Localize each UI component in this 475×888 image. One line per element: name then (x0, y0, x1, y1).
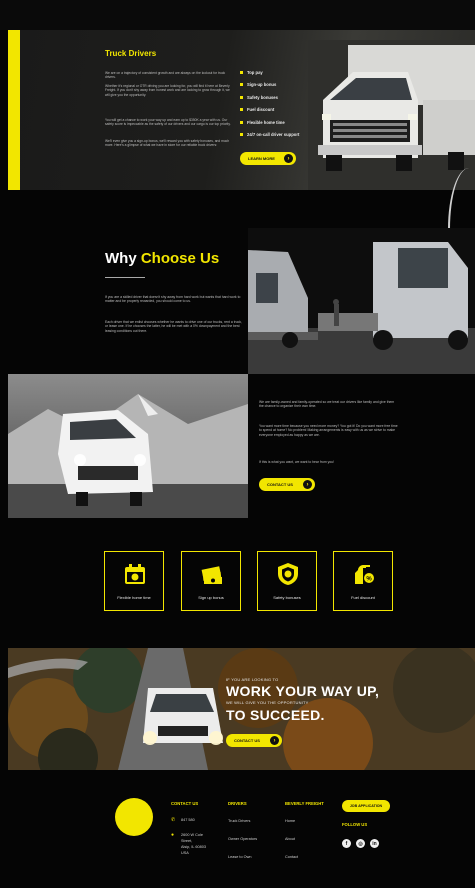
banner-line-1: IF YOU ARE LOOKING TO (226, 677, 279, 682)
footer-address-line: Alsip, IL 60803 (181, 845, 206, 849)
arrow-right-icon: › (303, 480, 312, 489)
footer (8, 770, 475, 888)
why-paragraph: If you are a skilled driver that doesn't… (105, 295, 241, 304)
calendar-icon (125, 564, 145, 584)
footer-link-about[interactable]: About (285, 837, 295, 841)
feature-card-fuel-discount: % Fuel discount (333, 551, 393, 611)
benefit-item: Fuel discount (240, 107, 299, 119)
svg-text:%: % (366, 577, 372, 583)
footer-link-owner-operators[interactable]: Owner Operators (228, 837, 257, 841)
footer-drivers-heading: DRIVERS (228, 801, 247, 806)
hero-title: Truck Drivers (105, 49, 157, 58)
cash-icon (201, 566, 222, 584)
learn-more-button[interactable]: LEARN MORE › (240, 152, 296, 165)
shield-icon (278, 563, 298, 585)
hero-paragraph: We'll even give you a sign-up bonus, we'… (105, 139, 230, 148)
trucks-photo (248, 228, 475, 374)
hero-accent-bar (8, 30, 20, 190)
footer-contact-heading: CONTACT US (171, 801, 199, 806)
contact-us-label: CONTACT US (267, 482, 293, 487)
instagram-icon[interactable]: ◎ (356, 839, 365, 848)
arrow-right-icon: › (270, 736, 279, 745)
hero-paragraph: We are on a trajectory of consistent gro… (105, 71, 226, 80)
banner-line-2: WE WILL GIVE YOU THE OPPORTUNITY (226, 700, 309, 705)
feature-label: Safety bonuses (273, 595, 301, 600)
banner-contact-label: CONTACT US (234, 738, 260, 743)
linkedin-icon[interactable]: in (370, 839, 379, 848)
phone-icon: ✆ (171, 817, 176, 823)
benefit-item: Top pay (240, 70, 299, 82)
why-title-accent: Choose Us (140, 250, 220, 267)
benefit-item: Sign-up bonus (240, 82, 299, 94)
why-choose-us-heading: Why Choose Us (105, 250, 219, 267)
facebook-icon[interactable]: f (342, 839, 351, 848)
footer-address-line: 2600 W Cole (181, 833, 203, 837)
feature-label: Fuel discount (351, 595, 375, 600)
footer-phone[interactable]: 847 580 (181, 818, 195, 822)
footer-address-line: Street, (181, 839, 193, 843)
footer-follow-heading: FOLLOW US (342, 822, 368, 827)
logo (115, 798, 153, 836)
footer-link-lease-to-own[interactable]: Lease to Own (228, 855, 251, 859)
banner-heading-2: TO SUCCEED. (226, 707, 325, 723)
benefit-item: 24/7 on-call driver support (240, 132, 299, 144)
truck-mountain-photo (8, 374, 248, 518)
family-paragraph: You want more time because you need more… (259, 424, 398, 437)
top-bar (0, 0, 475, 30)
footer-address-line: USA (181, 851, 189, 855)
footer-link-truck-drivers[interactable]: Truck Drivers (228, 819, 250, 823)
banner-contact-button[interactable]: CONTACT US › (226, 734, 282, 747)
hero-paragraph: You will get a chance to work your way u… (105, 118, 231, 127)
feature-card-flexible-home-time: Flexible home time (104, 551, 164, 611)
benefit-item: Safety bonuses (240, 95, 299, 107)
footer-company-heading: BEVERLY FREIGHT (285, 801, 324, 806)
feature-card-sign-up-bonus: Sign up bonus (181, 551, 241, 611)
why-paragraph: Each driver that we enlist chooses wheth… (105, 320, 243, 333)
footer-link-home[interactable]: Home (285, 819, 295, 823)
learn-more-label: LEARN MORE (248, 156, 275, 161)
location-icon: ● (171, 832, 175, 838)
divider (105, 277, 145, 278)
hero-truck-image (308, 40, 475, 190)
benefit-item: Flexible home time (240, 120, 299, 132)
arrow-right-icon: › (284, 154, 293, 163)
feature-label: Flexible home time (117, 595, 151, 600)
family-paragraph: We are family-owned and family-operated … (259, 400, 395, 409)
contact-us-button[interactable]: CONTACT US › (259, 478, 315, 491)
job-application-label: JOB APPLICATION (349, 804, 383, 808)
feature-label: Sign up bonus (198, 595, 224, 600)
hero-paragraph: Whether it's regional or OTR driving you… (105, 84, 230, 97)
feature-card-safety-bonuses: Safety bonuses (257, 551, 317, 611)
why-title-plain: Why (105, 250, 141, 267)
family-paragraph: If this is what you want, we want to hea… (259, 460, 335, 464)
benefits-list: Top pay Sign-up bonus Safety bonuses Fue… (240, 70, 299, 144)
footer-link-contact[interactable]: Contact (285, 855, 298, 859)
fuel-icon: % (355, 565, 374, 584)
job-application-button[interactable]: JOB APPLICATION (342, 800, 390, 812)
banner-heading-1: WORK YOUR WAY UP, (226, 683, 380, 699)
